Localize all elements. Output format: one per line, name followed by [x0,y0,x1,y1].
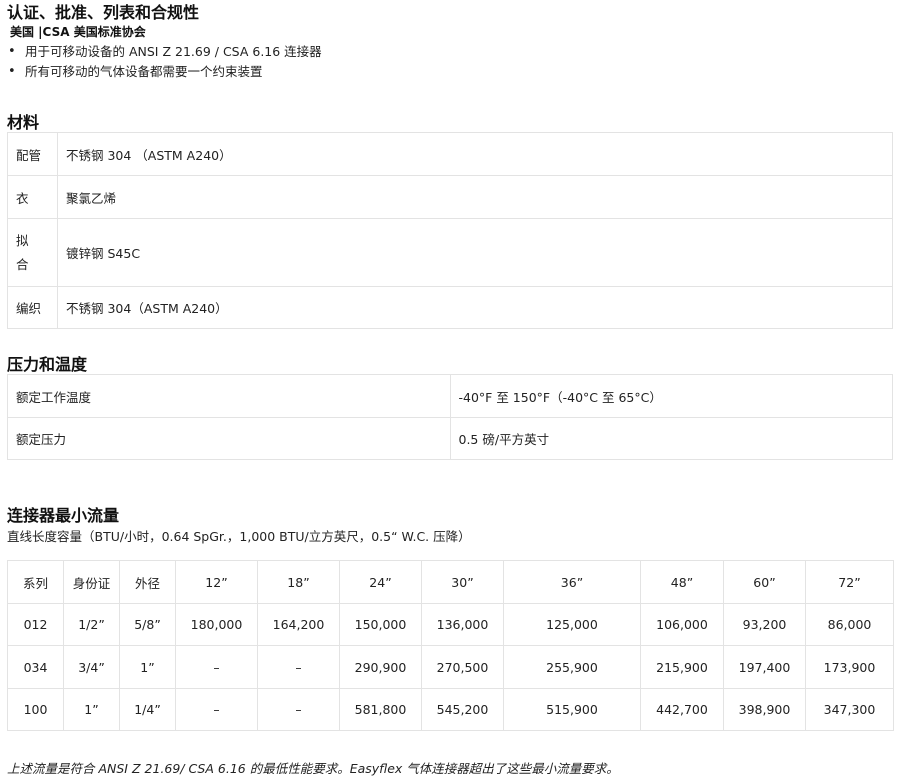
certifications-item: 所有可移动的气体设备都需要一个约束装置 [7,62,322,82]
materials-heading: 材料 [7,113,40,132]
table-cell: 93,200 [723,603,806,646]
table-cell: – [257,688,340,731]
column-header: 外径 [119,560,176,604]
certifications-heading: 认证、批准、列表和合规性 [7,3,200,22]
table-cell: 197,400 [723,645,806,689]
table-cell: 255,900 [503,645,641,689]
table-cell: 106,000 [640,603,724,646]
table-cell: 347,300 [805,688,894,731]
flow-heading: 连接器最小流量 [7,506,120,525]
certifications-list: 用于可移动设备的 ANSI Z 21.69 / CSA 6.16 连接器 所有可… [7,42,322,82]
table-cell: 215,900 [640,645,724,689]
table-cell: 442,700 [640,688,724,731]
table-cell: 012 [7,603,64,646]
table-row: 100 1” 1/4” – – 581,800 545,200 515,900 … [7,688,894,731]
material-value: 聚氯乙烯 [57,175,893,219]
table-cell: 164,200 [257,603,340,646]
pressure-table: 额定工作温度 -40°F 至 150°F（-40°C 至 65°C） 额定压力 … [7,374,893,460]
table-cell: 3/4” [63,645,120,689]
table-cell: 1” [63,688,120,731]
material-key: 拟 合 [7,218,58,287]
column-header: 18” [257,560,340,604]
table-cell: – [175,645,258,689]
material-value: 不锈钢 304（ASTM A240） [57,286,893,329]
column-header: 12” [175,560,258,604]
material-key-line: 合 [16,256,29,272]
pressure-key: 额定压力 [7,417,451,460]
table-cell: – [175,688,258,731]
table-cell: 1/4” [119,688,176,731]
table-cell: 545,200 [421,688,504,731]
table-cell: 100 [7,688,64,731]
table-row: 拟 合 镀锌钢 S45C [7,218,893,287]
table-cell: 150,000 [339,603,422,646]
table-row: 额定压力 0.5 磅/平方英寸 [7,417,893,460]
flow-note: 上述流量是符合 ANSI Z 21.69/ CSA 6.16 的最低性能要求。E… [7,761,619,776]
flow-description: 直线长度容量（BTU/小时，0.64 SpGr.，1,000 BTU/立方英尺，… [7,529,471,544]
materials-table: 配管 不锈钢 304 （ASTM A240） 衣 聚氯乙烯 拟 合 镀锌钢 S4… [7,132,893,329]
table-cell: 270,500 [421,645,504,689]
material-key: 配管 [7,132,58,176]
table-cell: 125,000 [503,603,641,646]
table-cell: 86,000 [805,603,894,646]
pressure-key: 额定工作温度 [7,374,451,418]
table-cell: 515,900 [503,688,641,731]
flow-table: 系列 身份证 外径 12” 18” 24” 30” 36” 48” 60” 72… [7,560,894,731]
table-row: 034 3/4” 1” – – 290,900 270,500 255,900 … [7,645,894,689]
column-header: 36” [503,560,641,604]
certifications-subtitle: 美国 |CSA 美国标准协会 [10,25,146,39]
table-row: 编织 不锈钢 304（ASTM A240） [7,286,893,329]
table-header-row: 系列 身份证 外径 12” 18” 24” 30” 36” 48” 60” 72… [7,560,894,604]
table-cell: 290,900 [339,645,422,689]
material-key: 衣 [7,175,58,219]
table-row: 衣 聚氯乙烯 [7,175,893,219]
material-key: 编织 [7,286,58,329]
table-cell: 1” [119,645,176,689]
column-header: 身份证 [63,560,120,604]
material-value: 不锈钢 304 （ASTM A240） [57,132,893,176]
column-header: 系列 [7,560,64,604]
column-header: 72” [805,560,894,604]
material-value: 镀锌钢 S45C [57,218,893,287]
certifications-item: 用于可移动设备的 ANSI Z 21.69 / CSA 6.16 连接器 [7,42,322,62]
pressure-value: 0.5 磅/平方英寸 [449,417,893,460]
table-row: 额定工作温度 -40°F 至 150°F（-40°C 至 65°C） [7,374,893,418]
column-header: 60” [723,560,806,604]
material-key-line: 拟 [16,232,29,248]
table-cell: – [257,645,340,689]
table-cell: 581,800 [339,688,422,731]
column-header: 24” [339,560,422,604]
column-header: 48” [640,560,724,604]
table-cell: 1/2” [63,603,120,646]
table-row: 配管 不锈钢 304 （ASTM A240） [7,132,893,176]
pressure-heading: 压力和温度 [7,355,88,374]
pressure-value: -40°F 至 150°F（-40°C 至 65°C） [449,374,893,418]
table-cell: 5/8” [119,603,176,646]
table-cell: 398,900 [723,688,806,731]
table-cell: 136,000 [421,603,504,646]
table-row: 012 1/2” 5/8” 180,000 164,200 150,000 13… [7,603,894,646]
table-cell: 034 [7,645,64,689]
table-cell: 173,900 [805,645,894,689]
table-cell: 180,000 [175,603,258,646]
column-header: 30” [421,560,504,604]
